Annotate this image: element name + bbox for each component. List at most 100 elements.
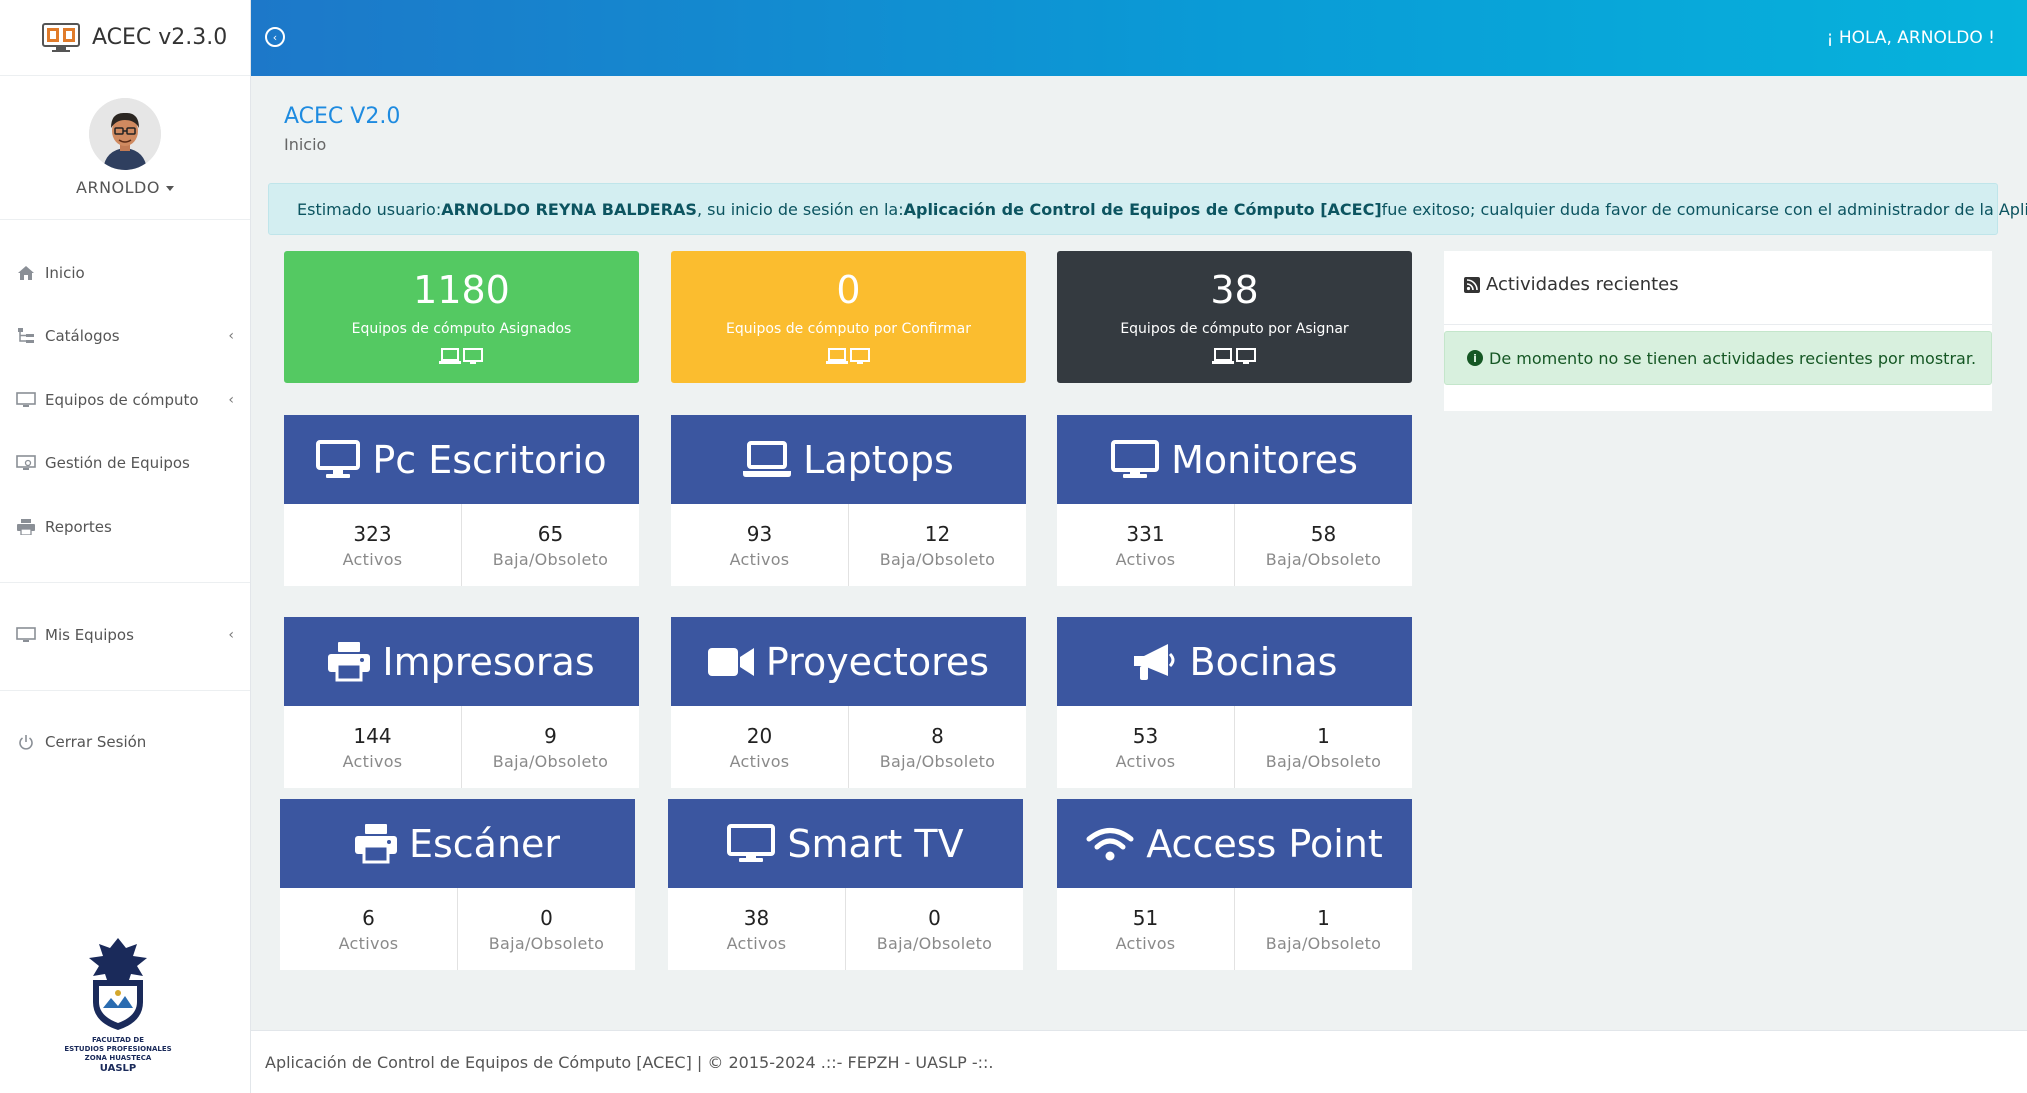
info-icon: i — [1467, 350, 1483, 366]
count-label: Activos — [1115, 751, 1176, 771]
active-count[interactable]: 20 Activos — [671, 706, 848, 788]
category-header[interactable]: Laptops — [671, 415, 1026, 504]
inactive-count[interactable]: 58 Baja/Obsoleto — [1234, 504, 1412, 586]
stat-box-asignar[interactable]: 38 Equipos de cómputo por Asignar — [1057, 251, 1412, 383]
inactive-count[interactable]: 12 Baja/Obsoleto — [848, 504, 1026, 586]
stat-label: Equipos de cómputo por Asignar — [1120, 321, 1349, 337]
topbar: ‹ ¡ HOLA, ARNOLDO ! — [251, 0, 2027, 76]
count-label: Activos — [1115, 549, 1176, 569]
count-label: Baja/Obsoleto — [488, 933, 605, 953]
desktop-icon — [16, 391, 36, 409]
category-header[interactable]: Smart TV — [668, 799, 1023, 888]
inactive-count[interactable]: 8 Baja/Obsoleto — [848, 706, 1026, 788]
stat-box-confirmar[interactable]: 0 Equipos de cómputo por Confirmar — [671, 251, 1026, 383]
count-label: Activos — [342, 549, 403, 569]
sidebar-item-gestion[interactable]: Gestión de Equipos — [0, 443, 250, 483]
category-name: Access Point — [1146, 821, 1383, 866]
sidebar-toggle-icon[interactable]: ‹ — [265, 27, 285, 47]
active-count[interactable]: 323 Activos — [284, 504, 461, 586]
avatar[interactable] — [89, 98, 161, 170]
active-count[interactable]: 53 Activos — [1057, 706, 1234, 788]
category-card-bocinas[interactable]: Bocinas 53 Activos 1 Baja/Obsoleto — [1057, 617, 1412, 788]
count-value: 12 — [924, 521, 951, 546]
category-header[interactable]: Access Point — [1057, 799, 1412, 888]
bullhorn-icon — [1132, 642, 1178, 682]
category-card-monitores[interactable]: Monitores 331 Activos 58 Baja/Obsoleto — [1057, 415, 1412, 586]
count-value: 1 — [1317, 905, 1330, 930]
caret-down-icon — [165, 186, 174, 191]
category-header[interactable]: Proyectores — [671, 617, 1026, 706]
rss-icon — [1464, 276, 1480, 293]
stat-box-asignados[interactable]: 1180 Equipos de cómputo Asignados — [284, 251, 639, 383]
breadcrumb[interactable]: Inicio — [284, 135, 400, 154]
footer: Aplicación de Control de Equipos de Cómp… — [251, 1030, 2027, 1093]
category-card-escaner[interactable]: Escáner 6 Activos 0 Baja/Obsoleto — [280, 799, 635, 970]
panel-title: Actividades recientes — [1464, 274, 1679, 295]
chevron-left-icon: ‹ — [228, 328, 234, 344]
inactive-count[interactable]: 0 Baja/Obsoleto — [845, 888, 1023, 970]
active-count[interactable]: 38 Activos — [668, 888, 845, 970]
count-value: 144 — [353, 723, 392, 748]
faculty-line1: FACULTAD DE — [91, 1036, 144, 1044]
alert-app-name: Aplicación de Control de Equipos de Cómp… — [903, 199, 1382, 219]
category-header[interactable]: Impresoras — [284, 617, 639, 706]
active-count[interactable]: 6 Activos — [280, 888, 457, 970]
inactive-count[interactable]: 1 Baja/Obsoleto — [1234, 888, 1412, 970]
category-name: Bocinas — [1189, 639, 1338, 684]
sidebar-divider — [0, 690, 250, 691]
video-camera-icon — [707, 646, 754, 678]
category-card-access-point[interactable]: Access Point 51 Activos 1 Baja/Obsoleto — [1057, 799, 1412, 970]
faculty-logo: FACULTAD DE ESTUDIOS PROFESIONALES ZONA … — [58, 936, 178, 1074]
user-panel: ARNOLDO — [0, 76, 250, 220]
count-label: Baja/Obsoleto — [492, 549, 609, 569]
active-count[interactable]: 51 Activos — [1057, 888, 1234, 970]
faculty-line2: ESTUDIOS PROFESIONALES — [64, 1045, 172, 1053]
category-card-pc-escritorio[interactable]: Pc Escritorio 323 Activos 65 Baja/Obsoleto — [284, 415, 639, 586]
sidebar-item-catalogos[interactable]: Catálogos ‹ — [0, 316, 250, 356]
inactive-count[interactable]: 1 Baja/Obsoleto — [1234, 706, 1412, 788]
inactive-count[interactable]: 65 Baja/Obsoleto — [461, 504, 639, 586]
active-count[interactable]: 144 Activos — [284, 706, 461, 788]
sidebar-item-label: Inicio — [45, 264, 85, 282]
printer-icon — [328, 641, 371, 682]
divider — [1444, 324, 1992, 325]
count-label: Baja/Obsoleto — [879, 549, 996, 569]
inactive-count[interactable]: 0 Baja/Obsoleto — [457, 888, 635, 970]
empty-notice: i De momento no se tienen actividades re… — [1444, 331, 1992, 385]
sidebar-item-inicio[interactable]: Inicio — [0, 253, 250, 293]
category-header[interactable]: Pc Escritorio — [284, 415, 639, 504]
category-header[interactable]: Bocinas — [1057, 617, 1412, 706]
category-name: Smart TV — [787, 821, 964, 866]
count-value: 93 — [746, 521, 773, 546]
active-count[interactable]: 331 Activos — [1057, 504, 1234, 586]
sidebar-item-mis-equipos[interactable]: Mis Equipos ‹ — [0, 615, 250, 655]
sidebar-item-label: Equipos de cómputo — [45, 391, 199, 409]
sidebar-item-reportes[interactable]: Reportes — [0, 507, 250, 547]
brand[interactable]: ACEC v2.3.0 — [0, 0, 250, 76]
count-label: Activos — [338, 933, 399, 953]
user-menu-toggle[interactable]: ARNOLDO — [76, 178, 174, 197]
welcome-alert: Estimado usuario: ARNOLDO REYNA BALDERAS… — [268, 183, 2027, 235]
sidebar-item-label: Mis Equipos — [45, 626, 134, 644]
stat-value: 0 — [836, 268, 861, 312]
sidebar-item-cerrar-sesion[interactable]: Cerrar Sesión — [0, 722, 250, 762]
count-value: 65 — [537, 521, 564, 546]
category-card-proyectores[interactable]: Proyectores 20 Activos 8 Baja/Obsoleto — [671, 617, 1026, 788]
faculty-line4: UASLP — [99, 1063, 137, 1074]
inactive-count[interactable]: 9 Baja/Obsoleto — [461, 706, 639, 788]
category-card-smart-tv[interactable]: Smart TV 38 Activos 0 Baja/Obsoleto — [668, 799, 1023, 970]
sitemap-icon — [16, 327, 36, 345]
category-card-impresoras[interactable]: Impresoras 144 Activos 9 Baja/Obsoleto — [284, 617, 639, 788]
category-header[interactable]: Escáner — [280, 799, 635, 888]
count-label: Baja/Obsoleto — [876, 933, 993, 953]
sidebar-item-label: Reportes — [45, 518, 112, 536]
count-label: Activos — [729, 751, 790, 771]
active-count[interactable]: 93 Activos — [671, 504, 848, 586]
category-name: Laptops — [803, 437, 954, 482]
category-card-laptops[interactable]: Laptops 93 Activos 12 Baja/Obsoleto — [671, 415, 1026, 586]
sidebar-item-equipos[interactable]: Equipos de cómputo ‹ — [0, 380, 250, 420]
category-header[interactable]: Monitores — [1057, 415, 1412, 504]
count-value: 0 — [928, 905, 941, 930]
category-name: Escáner — [408, 821, 561, 866]
recent-title: Actividades recientes — [1486, 274, 1679, 295]
